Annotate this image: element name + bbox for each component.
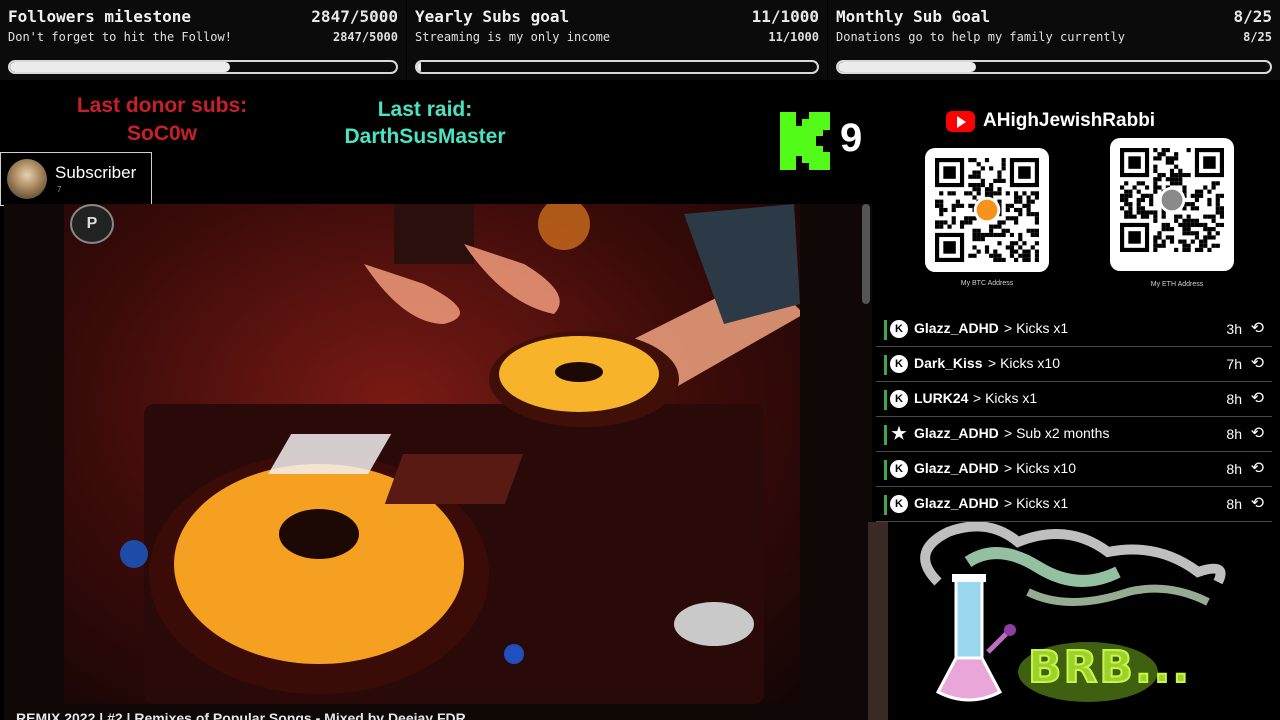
event-stripe [884, 320, 887, 340]
goal-subtitle: Streaming is my only income [415, 30, 611, 44]
replay-icon[interactable]: ⟲ [1251, 353, 1264, 373]
event-time: 3h [1226, 321, 1242, 337]
replay-icon[interactable]: ⟲ [1251, 458, 1264, 478]
goal-progress-bar [8, 60, 398, 74]
goal-followers: Followers milestone 2847/5000 Don't forg… [0, 0, 406, 80]
event-stripe [884, 390, 887, 410]
goal-yearly-subs: Yearly Subs goal 11/1000 Streaming is my… [407, 0, 827, 80]
event-action: > Sub x2 months [1004, 425, 1110, 441]
youtube-channel-name: AHighJewishRabbi [983, 110, 1156, 131]
ethereum-icon [1161, 189, 1183, 211]
goal-progress-fill [838, 62, 977, 72]
replay-icon[interactable]: ⟲ [1251, 493, 1264, 513]
goal-count: 11/1000 [751, 7, 819, 26]
goal-subtitle: Don't forget to hit the Follow! [8, 30, 232, 44]
goal-subtitle: Donations go to help my family currently [836, 30, 1125, 44]
goal-progress-fill [10, 62, 230, 72]
event-stripe [884, 425, 887, 445]
event-action: > Kicks x1 [1004, 495, 1069, 511]
event-time: 8h [1226, 496, 1242, 512]
last-raid-label: Last raid: [377, 98, 473, 121]
goal-progress-fill [417, 62, 422, 72]
goal-progress-bar [836, 60, 1272, 74]
event-action: > Kicks x10 [1004, 460, 1076, 476]
event-user: Glazz_ADHD [914, 425, 999, 441]
star-icon: ★ [891, 424, 907, 443]
kick-icon: K [890, 320, 908, 338]
goal-count-secondary: 2847/5000 [332, 30, 398, 44]
subscriber-title: Subscriber [55, 163, 137, 182]
last-donor-label: Last donor subs: [76, 94, 248, 117]
goal-count: 8/25 [1233, 7, 1272, 26]
subscriber-popup: Subscriber 7 [0, 152, 152, 206]
event-time: 8h [1226, 461, 1242, 477]
replay-icon[interactable]: ⟲ [1251, 423, 1264, 443]
goal-count: 2847/5000 [311, 7, 398, 26]
recent-events-list: K Glazz_ADHD > Kicks x1 3h ⟲ K Dark_Kiss… [876, 312, 1272, 522]
kick-count: 9 [840, 116, 863, 160]
video-caption: REMIX 2022 | #2 | Remixes of Popular Son… [16, 710, 466, 720]
goal-title: Monthly Sub Goal [836, 7, 991, 26]
kick-logo-icon [780, 112, 830, 170]
qr-pattern [1120, 148, 1224, 252]
event-row: ★ Glazz_ADHD > Sub x2 months 8h ⟲ [876, 417, 1272, 452]
goal-title: Followers milestone [8, 7, 192, 26]
event-row: K Glazz_ADHD > Kicks x1 3h ⟲ [876, 312, 1272, 347]
event-user: Glazz_ADHD [914, 460, 999, 476]
goal-title: Yearly Subs goal [415, 7, 570, 26]
channel-badge-icon: P [70, 204, 114, 244]
btc-qr-label: My BTC Address [960, 280, 1014, 287]
event-action: > Kicks x1 [973, 390, 1038, 406]
event-row: K Glazz_ADHD > Kicks x10 8h ⟲ [876, 452, 1272, 487]
event-action: > Kicks x1 [1004, 320, 1069, 336]
eth-qr-label: My ETH Address [1150, 281, 1204, 288]
event-stripe [884, 495, 887, 515]
event-time: 7h [1226, 356, 1242, 372]
subscriber-count: 7 [57, 185, 62, 194]
scrollbar[interactable] [862, 204, 870, 304]
last-donor-widget: Last donor subs: SoC0w [62, 92, 262, 148]
event-row: K LURK24 > Kicks x1 8h ⟲ [876, 382, 1272, 417]
event-row: K Dark_Kiss > Kicks x10 7h ⟲ [876, 347, 1272, 382]
event-time: 8h [1226, 391, 1242, 407]
kick-icon: K [890, 390, 908, 408]
last-donor-name: SoC0w [126, 122, 197, 145]
bitcoin-icon [976, 199, 998, 221]
eth-qr-code [1110, 138, 1234, 271]
dj-turntable-scene [64, 204, 804, 704]
avatar [7, 159, 47, 199]
brb-text: BRB... [1027, 641, 1192, 694]
goal-monthly-subs: Monthly Sub Goal 8/25 Donations go to he… [828, 0, 1280, 80]
event-user: LURK24 [914, 390, 969, 406]
brb-artwork: BRB... [868, 522, 1280, 720]
event-row: K Glazz_ADHD > Kicks x1 8h ⟲ [876, 487, 1272, 522]
youtube-icon [946, 110, 975, 132]
replay-icon[interactable]: ⟲ [1251, 388, 1264, 408]
goal-count-secondary: 11/1000 [768, 30, 819, 44]
kick-icon: K [890, 355, 908, 373]
qr-pattern [935, 158, 1039, 262]
replay-icon[interactable]: ⟲ [1251, 318, 1264, 338]
last-raid-widget: Last raid: DarthSusMaster [330, 96, 520, 150]
youtube-channel: AHighJewishRabbi [946, 108, 1155, 134]
event-user: Glazz_ADHD [914, 495, 999, 511]
event-time: 8h [1226, 426, 1242, 442]
kick-icon: K [890, 495, 908, 513]
event-stripe [884, 460, 887, 480]
event-user: Dark_Kiss [914, 355, 983, 371]
event-user: Glazz_ADHD [914, 320, 999, 336]
event-action: > Kicks x10 [988, 355, 1060, 371]
goal-progress-bar [415, 60, 819, 74]
last-raid-name: DarthSusMaster [344, 125, 506, 148]
goal-count-secondary: 8/25 [1243, 30, 1272, 44]
event-stripe [884, 355, 887, 375]
turntable-illustration [120, 204, 804, 704]
video-player[interactable]: P REMIX 2022 | #2 | Remixes of Popular S… [4, 204, 872, 720]
btc-qr-code [925, 148, 1049, 272]
kick-icon: K [890, 460, 908, 478]
